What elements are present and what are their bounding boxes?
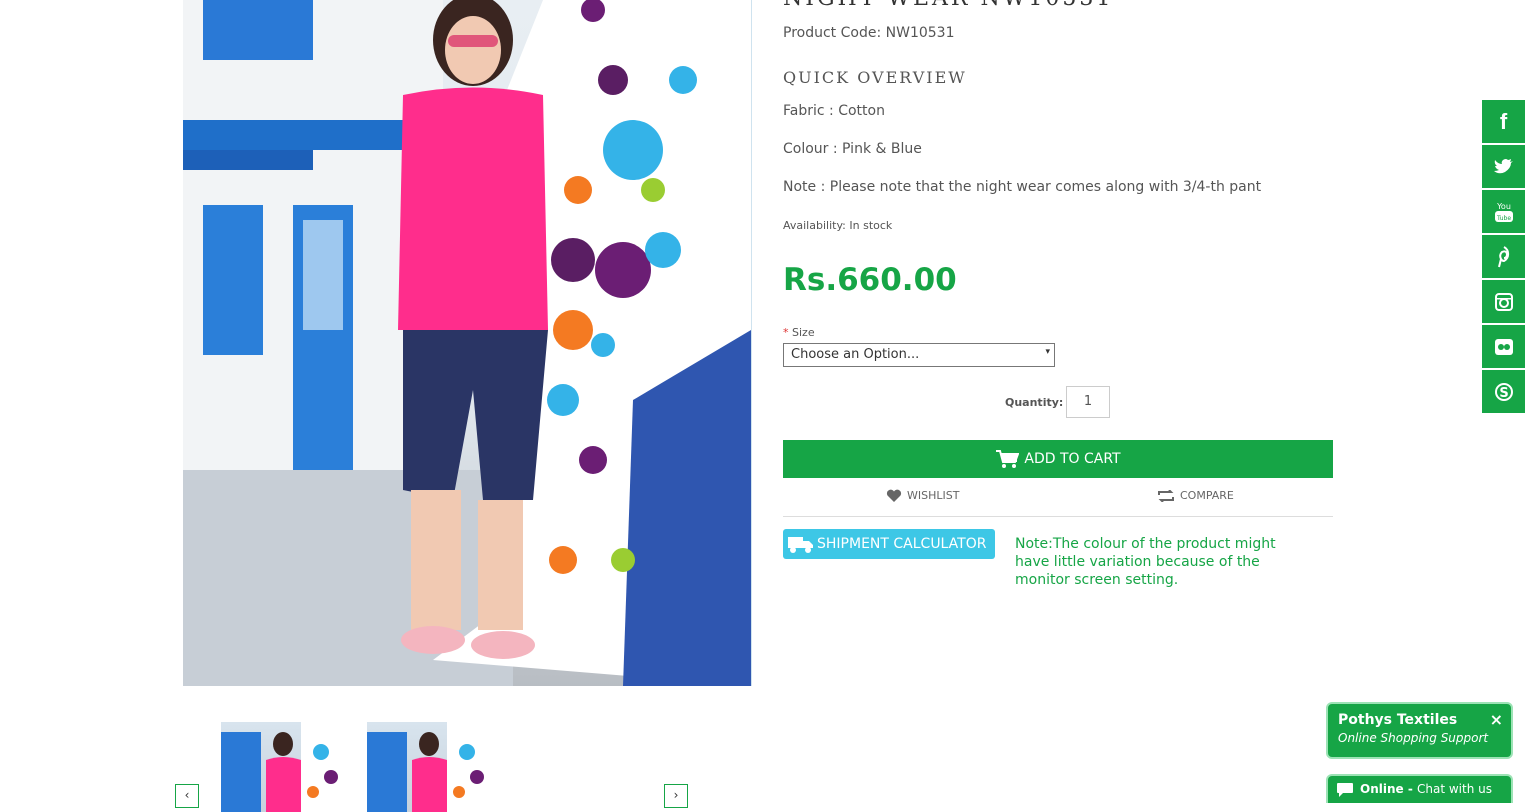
quick-overview-heading: QUICK OVERVIEW bbox=[783, 68, 967, 87]
shipment-calculator-label: SHIPMENT CALCULATOR bbox=[817, 536, 987, 552]
product-price: Rs.660.00 bbox=[783, 262, 957, 298]
wishlist-label: WISHLIST bbox=[907, 489, 960, 502]
wishlist-link[interactable]: WISHLIST bbox=[886, 489, 959, 503]
compare-icon bbox=[1158, 489, 1174, 503]
skype-icon[interactable]: S bbox=[1482, 370, 1525, 413]
chat-launcher-bar[interactable]: Online - Chat with us bbox=[1326, 774, 1513, 803]
spec-colour: Colour : Pink & Blue bbox=[783, 141, 922, 157]
thumbnail-next-button[interactable]: › bbox=[664, 784, 688, 808]
spec-note: Note : Please note that the night wear c… bbox=[783, 179, 1262, 195]
size-label: * Size bbox=[783, 326, 815, 339]
add-to-cart-label: ADD TO CART bbox=[1024, 451, 1121, 467]
chat-title: Pothys Textiles bbox=[1338, 712, 1458, 728]
social-sidebar: f Tube You S bbox=[1482, 100, 1525, 415]
divider bbox=[783, 516, 1333, 517]
facebook-icon[interactable]: f bbox=[1482, 100, 1525, 143]
product-code-value: NW10531 bbox=[885, 25, 955, 41]
size-label-text: Size bbox=[792, 326, 815, 339]
compare-link[interactable]: COMPARE bbox=[1157, 489, 1234, 503]
chat-status: Online - bbox=[1360, 782, 1417, 796]
youtube-icon[interactable]: Tube You bbox=[1482, 190, 1525, 233]
cart-icon bbox=[996, 450, 1020, 468]
chat-subtitle: Online Shopping Support bbox=[1338, 731, 1489, 745]
twitter-icon[interactable] bbox=[1482, 145, 1525, 188]
quantity-label: Quantity: bbox=[1005, 396, 1064, 409]
heart-icon bbox=[886, 489, 902, 502]
chat-cta: Chat with us bbox=[1417, 782, 1492, 796]
colour-variation-note: Note:The colour of the product might hav… bbox=[1015, 536, 1276, 588]
thumbnail-prev-button[interactable]: ‹ bbox=[175, 784, 199, 808]
thumbnail-image[interactable] bbox=[367, 722, 493, 812]
svg-text:Tube: Tube bbox=[1495, 215, 1510, 222]
flickr-icon[interactable] bbox=[1482, 325, 1525, 368]
chat-bubble-icon bbox=[1337, 782, 1353, 797]
instagram-icon[interactable] bbox=[1482, 280, 1525, 323]
thumbnail-image[interactable] bbox=[221, 722, 347, 812]
svg-text:You: You bbox=[1496, 202, 1511, 211]
size-select[interactable]: Choose an Option... ▾ bbox=[783, 343, 1055, 367]
spec-fabric: Fabric : Cotton bbox=[783, 103, 885, 119]
size-select-value: Choose an Option... bbox=[791, 347, 920, 362]
product-code: Product Code: NW10531 bbox=[783, 25, 954, 41]
required-mark: * bbox=[783, 326, 789, 339]
availability-status: In stock bbox=[849, 219, 893, 232]
dropdown-arrow-icon: ▾ bbox=[1045, 347, 1050, 357]
add-to-cart-button[interactable]: ADD TO CART bbox=[783, 440, 1333, 478]
pinterest-icon[interactable] bbox=[1482, 235, 1525, 278]
svg-text:S: S bbox=[1499, 386, 1508, 401]
main-product-image[interactable] bbox=[183, 0, 752, 686]
compare-label: COMPARE bbox=[1180, 489, 1234, 502]
product-code-label: Product Code: bbox=[783, 25, 882, 41]
truck-icon bbox=[788, 537, 813, 553]
shipment-calculator-button[interactable]: SHIPMENT CALCULATOR bbox=[783, 529, 995, 559]
quantity-input[interactable]: 1 bbox=[1066, 386, 1110, 418]
product-title: NIGHT WEAR NW10531 bbox=[783, 0, 1113, 11]
availability: Availability: In stock bbox=[783, 219, 892, 232]
chat-support-popup[interactable]: Pothys Textiles Online Shopping Support … bbox=[1326, 702, 1513, 759]
availability-label: Availability: bbox=[783, 219, 846, 232]
close-icon[interactable]: × bbox=[1490, 710, 1503, 729]
